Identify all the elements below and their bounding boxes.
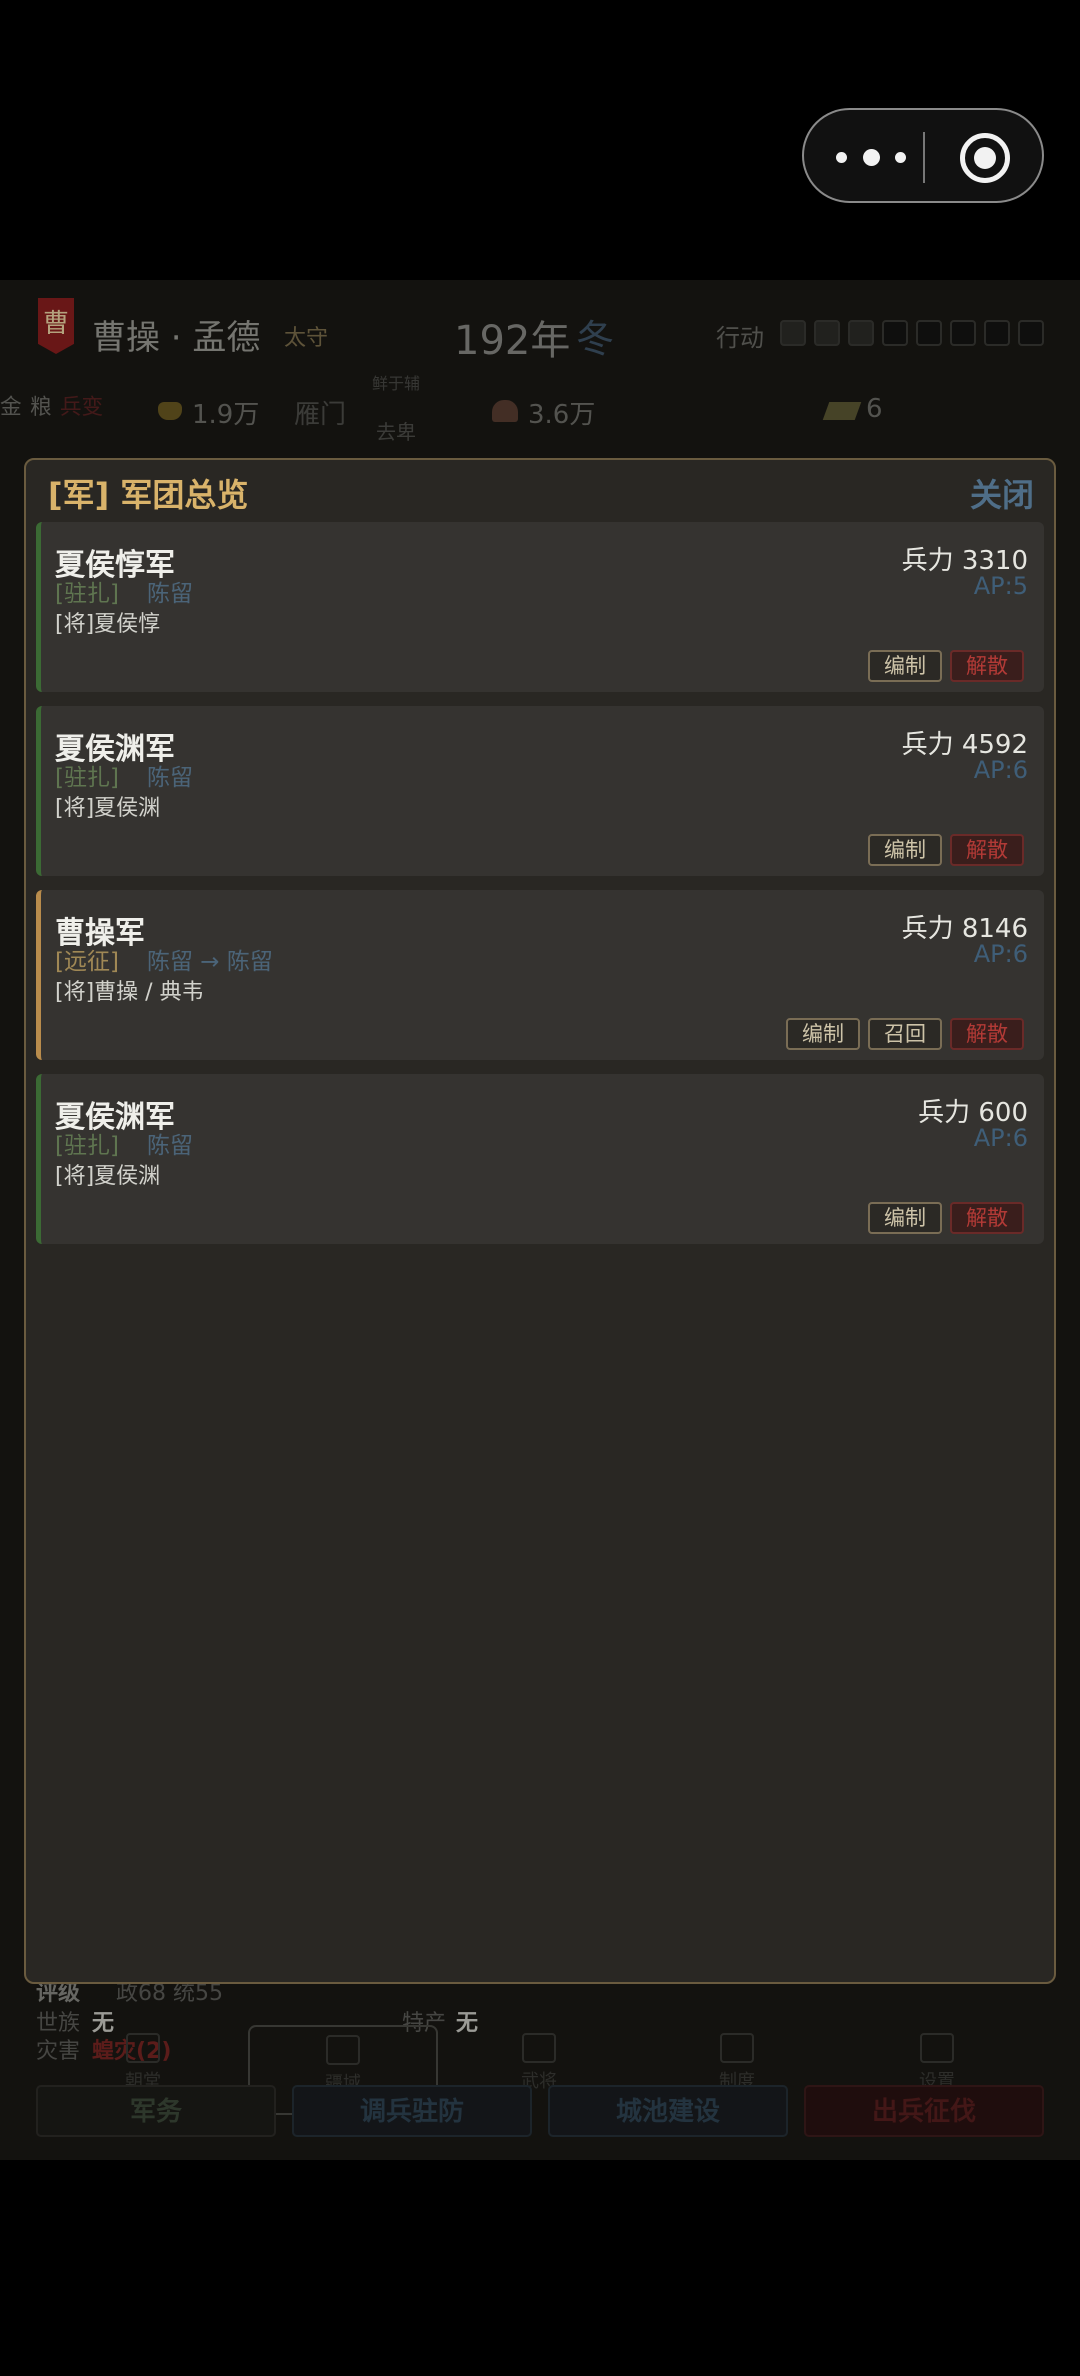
army-route: 陈留 → 陈留: [147, 949, 273, 975]
army-location: 陈留: [147, 581, 193, 607]
army-buttons: 编制 解散: [868, 650, 1024, 682]
army-ap: AP:5: [973, 572, 1028, 600]
army-location: 陈留: [147, 1133, 193, 1159]
army-card: 夏侯渊军 [驻扎] 陈留 [将]夏侯渊 兵力 4592 AP:6 编制 解散: [36, 706, 1044, 876]
army-generals: [将]夏侯惇: [55, 612, 161, 637]
army-buttons: 编制 解散: [868, 834, 1024, 866]
army-ap: AP:6: [973, 940, 1028, 968]
close-mini-program-icon[interactable]: [960, 133, 1010, 183]
army-list: 夏侯惇军 [驻扎] 陈留 [将]夏侯惇 兵力 3310 AP:5 编制 解散 夏…: [36, 522, 1046, 1258]
army-buttons: 编制 召回 解散: [786, 1018, 1024, 1050]
recall-button[interactable]: 召回: [868, 1018, 942, 1050]
army-location: 陈留: [147, 765, 193, 791]
modal-title: [军] 军团总览: [48, 476, 249, 514]
edit-button[interactable]: 编制: [868, 1202, 942, 1234]
close-button[interactable]: 关闭: [970, 470, 1034, 516]
army-status: [驻扎]: [55, 581, 119, 607]
army-buttons: 编制 解散: [868, 1202, 1024, 1234]
army-generals: [将]夏侯渊: [55, 1164, 161, 1189]
disband-button[interactable]: 解散: [950, 650, 1024, 682]
army-generals: [将]夏侯渊: [55, 796, 161, 821]
army-generals: [将]曹操 / 典韦: [55, 980, 204, 1005]
edit-button[interactable]: 编制: [786, 1018, 860, 1050]
army-ap: AP:6: [973, 1124, 1028, 1152]
capsule-divider: [923, 132, 925, 183]
army-status: [驻扎]: [55, 765, 119, 791]
army-status: [远征]: [55, 949, 119, 975]
edit-button[interactable]: 编制: [868, 834, 942, 866]
army-card: 夏侯渊军 [驻扎] 陈留 [将]夏侯渊 兵力 600 AP:6 编制 解散: [36, 1074, 1044, 1244]
army-overview-modal: [军] 军团总览 关闭 夏侯惇军 [驻扎] 陈留 [将]夏侯惇 兵力 3310 …: [24, 458, 1056, 1984]
army-card: 夏侯惇军 [驻扎] 陈留 [将]夏侯惇 兵力 3310 AP:5 编制 解散: [36, 522, 1044, 692]
army-card: 曹操军 [远征] 陈留 → 陈留 [将]曹操 / 典韦 兵力 8146 AP:6…: [36, 890, 1044, 1060]
disband-button[interactable]: 解散: [950, 1018, 1024, 1050]
more-menu-icon[interactable]: [836, 140, 906, 174]
edit-button[interactable]: 编制: [868, 650, 942, 682]
army-status: [驻扎]: [55, 1133, 119, 1159]
disband-button[interactable]: 解散: [950, 1202, 1024, 1234]
disband-button[interactable]: 解散: [950, 834, 1024, 866]
army-ap: AP:6: [973, 756, 1028, 784]
mini-program-capsule: [802, 108, 1044, 203]
